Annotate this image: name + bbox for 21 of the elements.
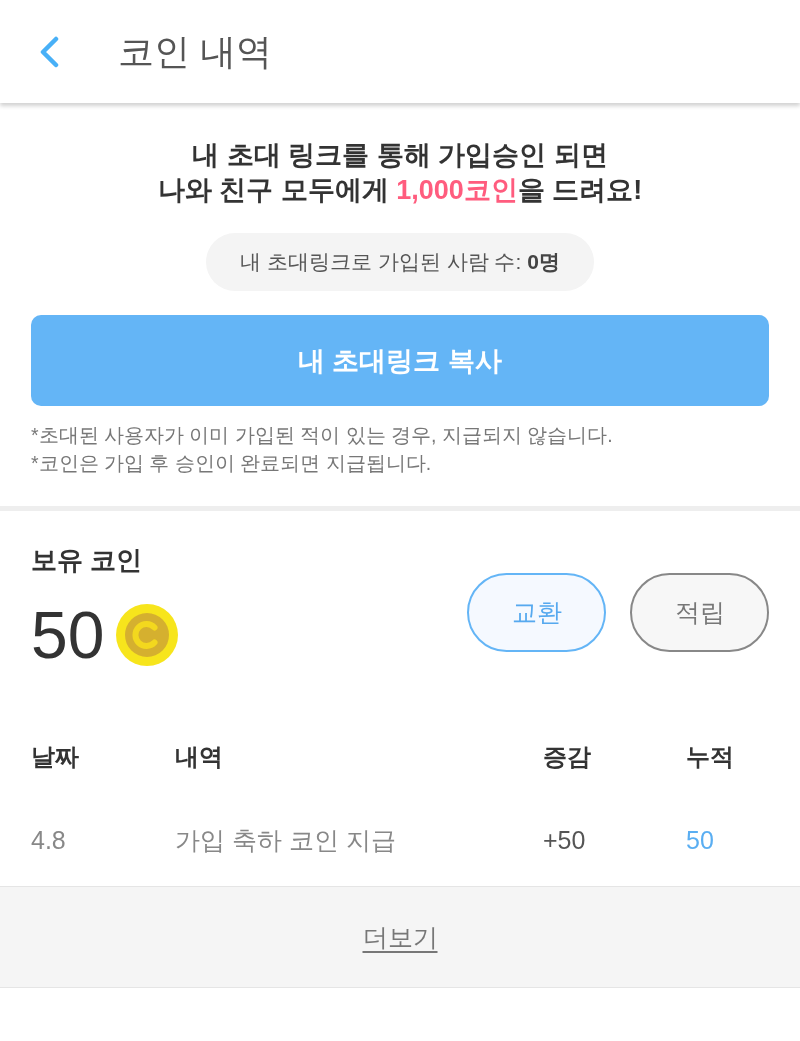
referral-count: 내 초대링크로 가입된 사람 수: 0명 [206, 233, 594, 291]
exchange-button[interactable]: 교환 [467, 573, 606, 652]
balance-label: 보유 코인 [31, 544, 144, 577]
table-cell-text: 가입 축하 코인 지급 [175, 825, 396, 856]
table-cell-text: +50 [543, 825, 586, 856]
coin-icon [116, 604, 179, 666]
note-text: *초대된 사용자가 이미 가입된 적이 있는 경우, 지급되지 않습니다. [31, 423, 614, 448]
note-text: *코인은 가입 후 승인이 완료되면 지급됩니다. [31, 451, 433, 476]
chevron-left-icon [38, 35, 60, 68]
page-title: 코인 내역 [118, 29, 272, 74]
invite-headline: 내 초대 링크를 통해 가입승인 되면 나와 친구 모두에게 1,000코인을 드려요! [157, 139, 643, 207]
coin-amount: 50 [31, 602, 105, 668]
column-header: 증감 [543, 742, 591, 772]
copy-link-button[interactable]: 내 초대링크 복사 [31, 315, 769, 406]
table-cell-text: 4.8 [31, 825, 66, 856]
column-header: 내역 [175, 742, 223, 772]
earn-button[interactable]: 적립 [630, 573, 769, 652]
table-cell-text: 50 [686, 825, 714, 856]
column-header: 누적 [686, 742, 734, 772]
column-header: 날짜 [31, 742, 79, 772]
load-more-button[interactable]: 더보기 [0, 886, 800, 988]
